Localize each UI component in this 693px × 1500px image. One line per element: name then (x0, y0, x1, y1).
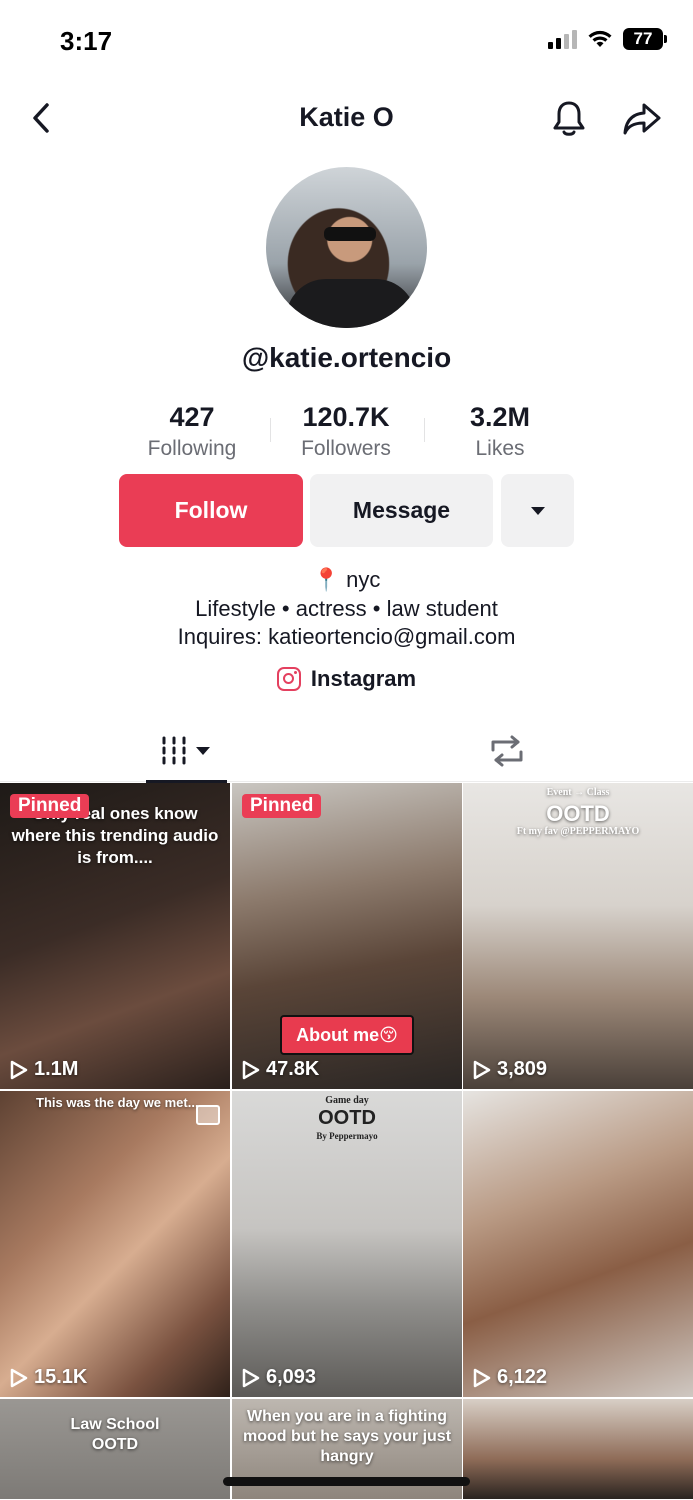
view-count: 15.1K (10, 1366, 87, 1389)
bio-line: Lifestyle • actress • law student (195, 595, 498, 621)
video-caption: When you are in a fighting mood but he s… (242, 1408, 452, 1465)
map-pin-icon: 📍 (312, 567, 341, 592)
play-icon (242, 1060, 260, 1079)
bio-location: 📍 nyc (0, 566, 693, 595)
notification-bell-button[interactable] (548, 98, 590, 140)
follow-button[interactable]: Follow (119, 474, 303, 547)
video-caption-main: OOTD (546, 801, 610, 826)
view-count: 6,093 (242, 1366, 316, 1389)
view-count: 47.8K (242, 1058, 319, 1081)
avatar[interactable] (266, 167, 427, 328)
video-thumbnail[interactable] (463, 1399, 693, 1499)
play-icon (242, 1368, 260, 1387)
stat-likes[interactable]: 3.2M Likes (430, 400, 570, 464)
video-caption: Law School OOTD (70, 1416, 160, 1453)
video-thumbnail[interactable]: Pinned About me😚 47.8K (232, 783, 462, 1089)
bio: 📍 nyc Lifestyle • actress • law student … (0, 566, 693, 652)
play-icon (10, 1368, 28, 1387)
profile-stats: 427 Following 120.7K Followers 3.2M Like… (0, 400, 693, 470)
battery-icon: 77 (623, 28, 667, 50)
video-caption-sub: Ft my fav @PEPPERMAYO (516, 826, 640, 837)
video-thumbnail[interactable]: This was the day we met... 15.1K (0, 1091, 230, 1397)
video-thumbnail[interactable]: Law School OOTD (0, 1399, 230, 1499)
stat-number: 120.7K (302, 402, 390, 432)
tab-videos[interactable] (146, 720, 227, 783)
cellular-signal-icon (548, 29, 577, 49)
view-count-text: 6,093 (266, 1366, 317, 1388)
play-icon (473, 1368, 491, 1387)
video-thumbnail[interactable]: Event → Class OOTD Ft my fav @PEPPERMAYO… (463, 783, 693, 1089)
stat-followers[interactable]: 120.7K Followers (276, 400, 416, 464)
status-icons: 77 (548, 28, 667, 50)
caret-down-icon (530, 506, 545, 515)
avatar-glasses (324, 227, 376, 241)
video-thumbnail[interactable]: 6,122 (463, 1091, 693, 1397)
view-count: 3,809 (473, 1058, 547, 1081)
stat-label: Following (147, 437, 237, 460)
bio-contact: Inquires: katieortencio@gmail.com (177, 624, 516, 649)
about-me-sticker: About me😚 (280, 1015, 414, 1055)
instagram-icon (276, 667, 301, 691)
video-caption: This was the day we met... (36, 1095, 199, 1110)
view-count: 6,122 (473, 1366, 547, 1389)
share-button[interactable] (620, 98, 664, 140)
status-time: 3:17 (60, 26, 113, 56)
play-icon (473, 1060, 491, 1079)
video-caption-top: Game day (325, 1095, 369, 1106)
wifi-icon (588, 30, 612, 47)
photo-mode-icon (196, 1105, 220, 1125)
pinned-badge: Pinned (242, 794, 322, 818)
content-tabs (0, 720, 693, 783)
pinned-badge: Pinned (10, 794, 90, 818)
stat-divider (270, 418, 271, 442)
view-count: 1.1M (10, 1058, 78, 1081)
view-count-text: 15.1K (34, 1366, 88, 1388)
share-arrow-icon (623, 103, 661, 135)
video-caption-main: OOTD (318, 1107, 376, 1129)
instagram-link[interactable]: Instagram (0, 666, 693, 692)
message-button[interactable]: Message (310, 474, 493, 547)
video-caption-top: Event → Class (546, 787, 610, 798)
video-thumbnail[interactable]: Game day OOTD By Peppermayo 6,093 (232, 1091, 462, 1397)
stat-number: 427 (169, 402, 215, 432)
location-text: nyc (346, 567, 381, 592)
stat-label: Followers (301, 437, 391, 460)
instagram-label: Instagram (310, 666, 417, 691)
video-caption-sub: By Peppermayo (316, 1131, 378, 1141)
view-count-text: 3,809 (497, 1058, 548, 1080)
stat-number: 3.2M (469, 402, 531, 432)
home-indicator[interactable] (223, 1477, 470, 1486)
more-options-button[interactable] (501, 474, 574, 547)
top-nav: Katie O (0, 84, 693, 152)
bell-icon (553, 101, 585, 136)
status-bar: 3:17 77 (0, 0, 693, 84)
repost-icon (491, 735, 522, 767)
play-icon (10, 1060, 28, 1079)
tab-reposts[interactable] (466, 720, 547, 782)
view-count-text: 6,122 (497, 1366, 548, 1388)
stat-following[interactable]: 427 Following (122, 400, 262, 464)
view-count-text: 1.1M (34, 1058, 79, 1080)
video-grid-icon (162, 736, 210, 765)
avatar-shirt (286, 279, 416, 328)
view-count-text: 47.8K (266, 1058, 320, 1080)
video-thumbnail[interactable]: Only real ones know where this trending … (0, 783, 230, 1089)
stat-label: Likes (475, 437, 525, 460)
username: @katie.ortencio (241, 342, 452, 373)
stat-divider (424, 418, 425, 442)
